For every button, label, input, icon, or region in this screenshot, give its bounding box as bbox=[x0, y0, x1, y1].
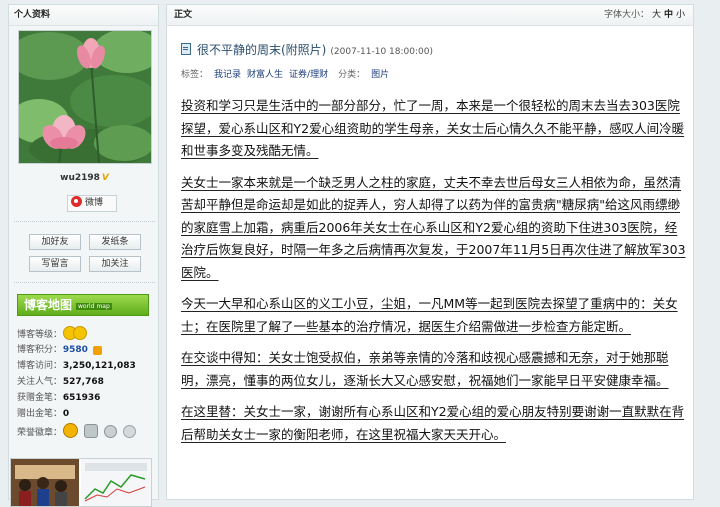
font-size-control: 字体大小：大中小 bbox=[604, 5, 685, 25]
badge-icon[interactable] bbox=[103, 425, 117, 438]
stat-followers: 关注人气： 527,768 bbox=[17, 374, 152, 390]
post-date: (2007-11-10 18:00:00) bbox=[330, 47, 433, 57]
stat-visits: 博客访问： 3,250,121,083 bbox=[17, 358, 152, 374]
divider bbox=[14, 221, 155, 222]
weibo-icon bbox=[71, 196, 82, 207]
username-row: wu2198 V bbox=[9, 173, 160, 183]
username[interactable]: wu2198 bbox=[60, 173, 100, 183]
weibo-button[interactable]: 微博 bbox=[67, 195, 117, 212]
tag-link[interactable]: 财富人生 bbox=[247, 70, 283, 80]
article-paragraph: 在这里替：关女士一家，谢谢所有心系山区和Y2爱心组的爱心朋友特别要谢谢一直默默在… bbox=[181, 404, 685, 442]
article-header: 正文 字体大小：大中小 bbox=[167, 5, 693, 26]
weibo-label: 微博 bbox=[85, 198, 104, 208]
add-friend-button[interactable]: 加好友 bbox=[29, 234, 81, 250]
stat-value: 527,768 bbox=[62, 377, 104, 387]
badge-icon[interactable] bbox=[122, 425, 136, 438]
send-note-button[interactable]: 发纸条 bbox=[89, 234, 141, 250]
level-icon bbox=[72, 326, 87, 340]
stat-value: 9580 bbox=[62, 345, 88, 355]
post-title[interactable]: 很不平静的周末(附照片) bbox=[197, 43, 326, 57]
font-size-large[interactable]: 大 bbox=[652, 10, 661, 20]
font-size-label: 字体大小： bbox=[603, 10, 649, 20]
stat-level: 博客等级： bbox=[17, 326, 152, 342]
stat-value: 3,250,121,083 bbox=[62, 361, 136, 371]
article-paragraph: 投资和学习只是生活中的一部分部分，忙了一周，本来是一个很轻松的周末去当去303医… bbox=[181, 98, 685, 158]
stat-pens-given: 赠出金笔： 0 bbox=[17, 406, 152, 422]
profile-header: 个人资料 bbox=[9, 5, 158, 26]
divider bbox=[14, 282, 155, 283]
stat-label: 荣誉徽章： bbox=[17, 428, 63, 438]
tab-main-text[interactable]: 正文 bbox=[174, 10, 192, 20]
tag-link[interactable]: 证券/理财 bbox=[289, 70, 328, 80]
stat-label: 博客访问： bbox=[17, 361, 63, 371]
verified-icon: V bbox=[101, 173, 109, 183]
blog-map-banner[interactable]: 博客地图 world map bbox=[17, 294, 149, 316]
document-icon bbox=[181, 43, 191, 55]
blog-map-title: 博客地图 bbox=[24, 298, 73, 312]
stat-label: 关注人气： bbox=[17, 377, 63, 387]
font-size-medium[interactable]: 中 bbox=[664, 10, 673, 20]
stat-label: 博客等级： bbox=[17, 330, 63, 340]
follow-button[interactable]: 加关注 bbox=[89, 256, 141, 272]
font-size-small[interactable]: 小 bbox=[676, 10, 685, 20]
medal-icon[interactable] bbox=[62, 423, 78, 438]
tags-row: 标签： 我记录 财富人生 证券/理财 分类： 图片 bbox=[181, 67, 389, 80]
photo-thumbnails-image bbox=[11, 459, 151, 506]
stat-value: 0 bbox=[62, 409, 70, 419]
category-label: 分类： bbox=[338, 70, 366, 80]
write-message-button[interactable]: 写留言 bbox=[29, 256, 81, 272]
lotus-avatar-image bbox=[19, 31, 151, 163]
stat-label: 获赠金笔： bbox=[17, 393, 63, 403]
tags-label: 标签： bbox=[181, 70, 209, 80]
stat-badges: 荣誉徽章： bbox=[17, 422, 152, 444]
stat-label: 赠出金笔： bbox=[17, 409, 63, 419]
profile-sidebar: 个人资料 wu2198 V 微博 加好友 发纸条 写留言 加关注 博客地图 wo… bbox=[8, 4, 160, 507]
points-icon bbox=[92, 346, 102, 355]
blog-stats: 博客等级： 博客积分： 9580 博客访问： 3,250,121,083 关注人… bbox=[17, 326, 152, 444]
article-paragraph: 关女士一家本来就是一个缺乏男人之柱的家庭，丈夫不幸去世后母女三人相依为命，虽然清… bbox=[181, 174, 686, 280]
article-body: 投资和学习只是生活中的一部分部分，忙了一周，本来是一个很轻松的周末去当去303医… bbox=[181, 95, 687, 455]
stat-label: 博客积分： bbox=[17, 345, 63, 355]
article-paragraph: 今天一大早和心系山区的义工小豆，尘姐，一凡MM等一起到医院去探望了重病中的：关女… bbox=[181, 296, 678, 334]
article-paragraph: 在交谈中得知：关女士饱受叔伯，亲弟等亲情的冷落和歧视心感震撼和无奈，对于她那聪明… bbox=[181, 350, 669, 388]
post-title-row: 很不平静的周末(附照片) (2007-11-10 18:00:00) bbox=[181, 41, 433, 58]
stat-pens-received: 获赠金笔： 651936 bbox=[17, 390, 152, 406]
tag-link[interactable]: 我记录 bbox=[214, 70, 241, 80]
camera-badge-icon[interactable] bbox=[83, 424, 98, 438]
category-link[interactable]: 图片 bbox=[371, 70, 389, 80]
article-panel: 正文 字体大小：大中小 很不平静的周末(附照片) (2007-11-10 18:0… bbox=[166, 4, 694, 500]
blog-map-subtitle: world map bbox=[76, 303, 112, 310]
avatar[interactable] bbox=[18, 30, 152, 164]
stat-points: 博客积分： 9580 bbox=[17, 342, 152, 358]
stat-value: 651936 bbox=[62, 393, 101, 403]
